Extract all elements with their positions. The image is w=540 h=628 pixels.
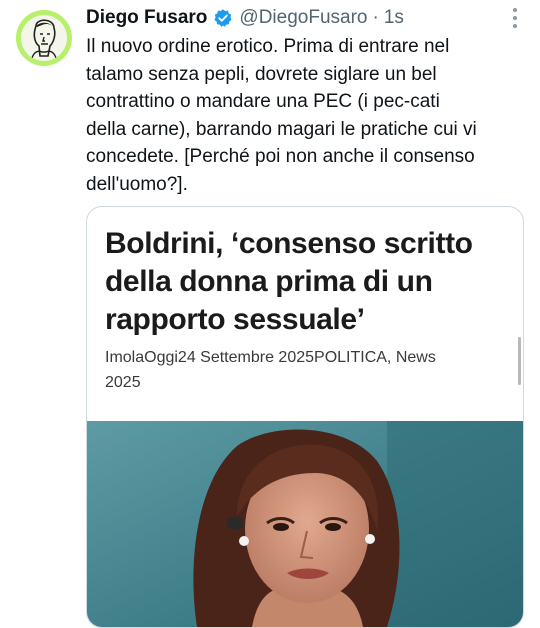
headline-line: rapporto sessuale’ bbox=[105, 303, 365, 336]
verified-badge-icon bbox=[213, 8, 233, 28]
headline-line: della donna prima di un bbox=[105, 265, 433, 298]
timestamp[interactable]: 1s bbox=[384, 7, 404, 29]
author-name[interactable]: Diego Fusaro bbox=[86, 7, 207, 29]
tweet-text-line: contrattino o mandare una PEC (i pec-cat… bbox=[86, 91, 440, 112]
tweet-text-line: Il nuovo ordine erotico. Prima di entrar… bbox=[86, 36, 450, 57]
avatar-image bbox=[21, 15, 67, 61]
tweet-text-line: talamo senza pepli, dovrete siglare un b… bbox=[86, 63, 437, 85]
more-options-icon[interactable] bbox=[512, 8, 518, 28]
portrait-photo bbox=[87, 421, 523, 627]
link-preview-card[interactable]: Boldrini, ‘consenso scritto della donna … bbox=[86, 206, 524, 628]
article-headline[interactable]: Boldrini, ‘consenso scritto della donna … bbox=[105, 225, 515, 339]
portrait-sketch-icon bbox=[31, 19, 57, 59]
avatar[interactable] bbox=[16, 10, 72, 66]
tweet-text-line: dell'uomo?]. bbox=[86, 173, 188, 195]
separator-dot: · bbox=[372, 7, 379, 28]
tweet-text-line: della carne), barrando magari le pratich… bbox=[86, 118, 477, 140]
article-meta: ImolaOggi24 Settembre 2025POLITICA, News… bbox=[105, 345, 505, 395]
tweet-text-line: concedete. [Perché poi non anche il cons… bbox=[86, 146, 475, 167]
tweet-header: Diego Fusaro @DiegoFusaro · 1s bbox=[86, 5, 520, 31]
article-photo[interactable] bbox=[87, 421, 523, 627]
author-handle[interactable]: @DiegoFusaro bbox=[239, 7, 367, 29]
tweet-text: Il nuovo ordine erotico. Prima di entrar… bbox=[86, 33, 526, 198]
meta-line: ImolaOggi24 Settembre 2025POLITICA, News bbox=[105, 349, 436, 366]
headline-line: Boldrini, ‘consenso scritto bbox=[105, 227, 473, 260]
scrollbar[interactable] bbox=[518, 337, 521, 385]
meta-line: 2025 bbox=[105, 374, 141, 391]
